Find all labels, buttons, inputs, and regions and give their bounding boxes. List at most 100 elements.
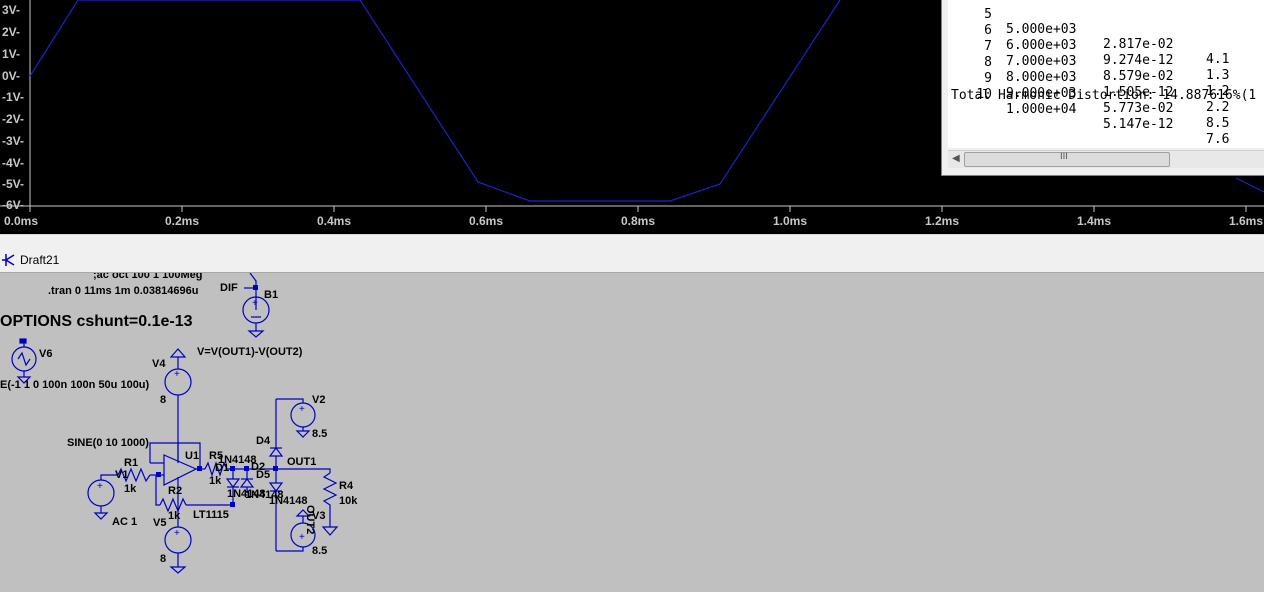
harmonic-frequency: 5.000e+03 [1006,22,1077,37]
svg-text:+: + [252,298,258,309]
r1-value[interactable]: 1k [124,483,136,495]
y-tick-label: 3V- [2,3,21,17]
x-tick-label: 1.2ms [924,214,960,228]
v1-value[interactable]: SINE(0 10 1000) [67,437,149,449]
net-label-out2[interactable]: OUT2 [304,505,316,534]
v5-value[interactable]: 8 [160,553,166,565]
harmonic-frequency: 7.000e+03 [1006,54,1077,69]
net-node [156,472,161,477]
d4-name[interactable]: D4 [256,435,270,447]
y-tick-label: -4V- [2,156,25,170]
x-tick-marks [29,206,1247,212]
v6-source-symbol [11,338,37,384]
harmonic-normalized: 1.3 [1206,68,1230,83]
harmonic-normalized: 7.6 [1206,132,1230,147]
x-tick-label: 0.2ms [164,214,200,228]
harmonic-frequency: 6.000e+03 [1006,38,1077,53]
y-tick-label: 2V- [2,25,21,39]
y-tick-label: -3V- [2,134,25,148]
schematic-tab-bar: Draft21 [0,248,1264,273]
harmonic-component: 9.274e-12 [1103,53,1174,68]
log-row: 8 8.000e+03 1.505e-12 2.2 [948,40,1229,115]
v2-value[interactable]: 8.5 [312,428,327,440]
harmonic-normalized: 8.5 [1206,116,1230,131]
harmonic-component: 5.773e-02 [1103,101,1174,116]
harmonic-component: 8.579e-02 [1103,69,1174,84]
tran-directive[interactable]: .tran 0 11ms 1m 0.03814696u [48,285,198,297]
svg-text:+: + [174,528,180,539]
net-label-out1[interactable]: OUT1 [287,456,316,468]
r4-name[interactable]: R4 [339,480,353,492]
v1-ac[interactable]: AC 1 [112,516,137,528]
log-text-area[interactable]: 5 5.000e+03 2.817e-02 4.1 6 6.000e+03 9.… [948,0,1264,148]
b1-name[interactable]: B1 [264,289,278,301]
options-directive[interactable]: OPTIONS cshunt=0.1e-13 [0,313,193,331]
scroll-left-arrow-icon[interactable]: ◀ [952,153,960,164]
r1-name[interactable]: R1 [124,457,138,469]
x-tick-label: 1.6ms [1228,214,1264,228]
d5-diode-symbol [268,469,284,551]
schematic-tab-title[interactable]: Draft21 [20,253,59,267]
net-node [230,466,235,471]
d5-name[interactable]: D5 [256,469,270,481]
pane-splitter[interactable] [0,234,1264,249]
b1-source-symbol: + [242,273,270,338]
svg-text:+: + [97,481,103,492]
log-row: 5 5.000e+03 2.817e-02 4.1 [948,0,1229,67]
horizontal-scrollbar[interactable]: ◀ III [948,150,1264,168]
v1-name[interactable]: V1 [115,469,128,481]
svg-text:+: + [174,369,180,380]
x-tick-label: 0.6ms [468,214,504,228]
harmonic-component: 5.147e-12 [1103,117,1174,132]
log-row: 7 7.000e+03 8.579e-02 1.2 [948,24,1229,99]
log-row: 10 1.000e+04 5.147e-12 7.6 [948,72,1229,147]
y-tick-label: 0V- [2,69,21,83]
r5-value[interactable]: 1k [209,475,221,487]
log-row: 6 6.000e+03 9.274e-12 1.3 [948,8,1229,83]
x-tick-label: 0.0ms [4,214,39,228]
harmonic-frequency: 8.000e+03 [1006,70,1077,85]
net-label-dif[interactable]: DIF [220,282,238,294]
harmonic-normalized: 4.1 [1206,52,1230,67]
x-tick-label: 0.4ms [316,214,352,228]
schematic-canvas[interactable]: + + + + + + ;ac oct 100 1 100Meg .tran 0… [0,273,1264,592]
x-tick-label: 0.8ms [620,214,656,228]
ac-directive[interactable]: ;ac oct 100 1 100Meg [93,273,202,281]
v3-value[interactable]: 8.5 [312,545,327,557]
y-tick-label: -6V- [2,198,25,212]
u1-name[interactable]: U1 [185,450,199,462]
net-node [197,466,202,471]
net-node [230,502,235,507]
r4-value[interactable]: 10k [339,495,357,507]
schematic-icon [2,254,15,266]
x-tick-label: 1.0ms [772,214,808,228]
y-tick-label: 1V- [2,47,21,61]
v4-value[interactable]: 8 [160,394,166,406]
y-tick-label: -1V- [2,90,25,104]
scrollbar-grip-icon: III [1060,152,1068,162]
d5-model[interactable]: 1N4148 [269,495,308,507]
voltage-trace [29,0,841,202]
harmonic-frequency: 1.000e+04 [1006,102,1077,117]
v2-name[interactable]: V2 [312,394,325,406]
v6-name[interactable]: V6 [39,348,52,360]
net-node [253,285,258,290]
v2-source-symbol [276,398,316,438]
harmonic-component: 2.817e-02 [1103,37,1174,52]
v5-name[interactable]: V5 [153,517,166,529]
v4-name[interactable]: V4 [152,358,165,370]
spice-output-log: 5 5.000e+03 2.817e-02 4.1 6 6.000e+03 9.… [941,0,1264,176]
svg-text:+: + [299,404,305,415]
v6-value[interactable]: E(-1 1 0 100n 100n 50u 100u) [0,379,149,391]
u1-model[interactable]: LT1115 [193,509,229,521]
r2-value[interactable]: 1k [168,510,180,522]
x-tick-label: 1.4ms [1076,214,1112,228]
scrollbar-thumb[interactable]: III [964,152,1170,167]
b1-expression[interactable]: V=V(OUT1)-V(OUT2) [197,346,302,358]
y-tick-label: -2V- [2,112,25,126]
d4-diode-symbol [268,399,284,469]
r2-name[interactable]: R2 [168,485,182,497]
net-node [244,466,249,471]
log-row: 9 9.000e+03 5.773e-02 8.5 [948,56,1229,131]
y-tick-label: -5V- [2,177,25,191]
